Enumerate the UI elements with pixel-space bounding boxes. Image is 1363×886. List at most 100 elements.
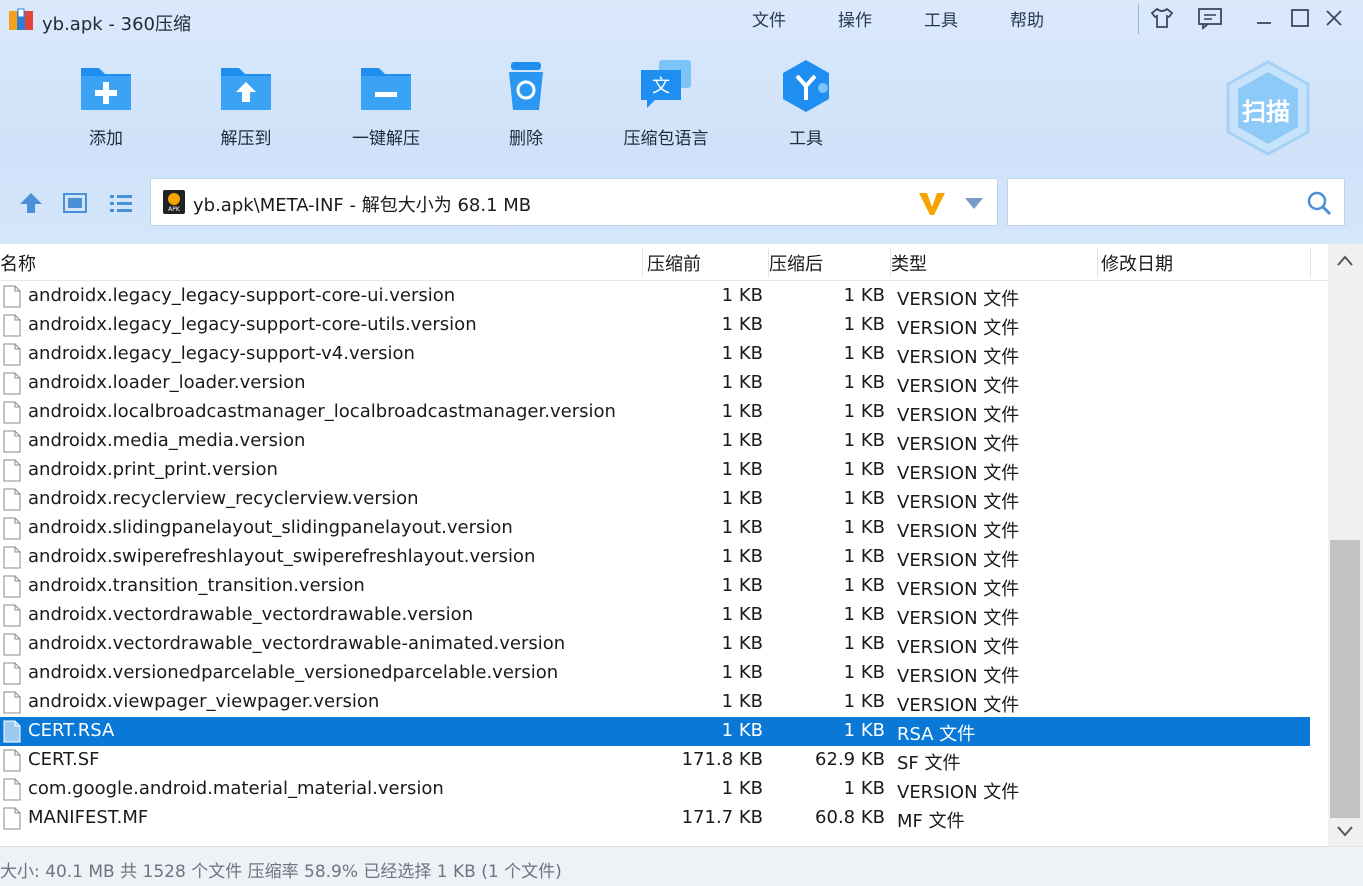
vertical-scrollbar[interactable]	[1328, 244, 1363, 846]
file-name: androidx.vectordrawable_vectordrawable-a…	[28, 633, 566, 654]
close-button[interactable]	[1318, 4, 1350, 32]
size-after: 1 KB	[843, 691, 885, 712]
file-icon	[3, 604, 21, 627]
column-divider	[1097, 248, 1098, 278]
minimize-icon	[1257, 22, 1271, 24]
file-icon	[3, 720, 21, 743]
search-input[interactable]	[1016, 187, 1300, 219]
size-before: 1 KB	[721, 691, 763, 712]
file-row[interactable]: androidx.versionedparcelable_versionedpa…	[0, 659, 1328, 688]
scan-button[interactable]: 扫描	[1222, 58, 1314, 158]
menu-tools[interactable]: 工具	[924, 6, 1010, 31]
scroll-down-icon[interactable]	[1336, 824, 1354, 838]
feedback-button[interactable]	[1194, 4, 1226, 32]
one-click-extract-label: 一键解压	[352, 129, 420, 149]
file-row[interactable]: com.google.android.material_material.ver…	[0, 775, 1328, 804]
size-before: 1 KB	[721, 662, 763, 683]
file-row[interactable]: androidx.print_print.version 1 KB 1 KB VERS…	[0, 456, 1328, 485]
file-row[interactable]: androidx.swiperefreshlayout_swiperefresh…	[0, 543, 1328, 572]
column-before[interactable]: 压缩前	[647, 250, 701, 278]
column-header: 名称 压缩前 压缩后 类型 修改日期	[0, 244, 1328, 281]
column-name[interactable]: 名称	[0, 250, 36, 278]
v-badge-icon[interactable]	[917, 189, 947, 217]
file-row[interactable]: androidx.recyclerview_recyclerview.versi…	[0, 485, 1328, 514]
tools-label: 工具	[789, 129, 823, 149]
column-type[interactable]: 类型	[891, 250, 927, 278]
scan-label: 扫描	[1242, 98, 1290, 126]
scroll-up-icon[interactable]	[1336, 254, 1354, 268]
file-icon	[3, 343, 21, 366]
file-name: androidx.versionedparcelable_versionedpa…	[28, 662, 559, 683]
size-after: 1 KB	[843, 343, 885, 364]
skin-button[interactable]	[1146, 4, 1178, 32]
size-after: 1 KB	[843, 430, 885, 451]
app-logo-icon	[9, 8, 33, 30]
column-after[interactable]: 压缩后	[769, 250, 823, 278]
file-type: VERSION 文件	[897, 521, 1020, 542]
size-before: 1 KB	[721, 546, 763, 567]
file-row[interactable]: MANIFEST.MF 171.7 KB 60.8 KB MF 文件	[0, 804, 1328, 833]
menu-file[interactable]: 文件	[752, 6, 838, 31]
scrollbar-thumb[interactable]	[1330, 540, 1360, 818]
file-icon	[3, 372, 21, 395]
file-row[interactable]: androidx.vectordrawable_vectordrawable.v…	[0, 601, 1328, 630]
file-name: androidx.print_print.version	[28, 459, 278, 480]
file-name: androidx.vectordrawable_vectordrawable.v…	[28, 604, 474, 625]
delete-button[interactable]: 删除	[456, 58, 596, 149]
size-after: 1 KB	[843, 459, 885, 480]
menu-help[interactable]: 帮助	[1010, 6, 1096, 31]
file-row[interactable]: androidx.vectordrawable_vectordrawable-a…	[0, 630, 1328, 659]
file-type: SF 文件	[897, 753, 961, 774]
size-before: 1 KB	[721, 372, 763, 393]
size-after: 62.9 KB	[815, 749, 885, 770]
address-bar[interactable]: APK yb.apk\META-INF - 解包大小为 68.1 MB	[150, 178, 998, 226]
list-view-icon[interactable]	[108, 191, 134, 215]
one-click-extract-icon	[361, 68, 411, 110]
chevron-down-icon[interactable]	[963, 195, 985, 211]
menu-operation[interactable]: 操作	[838, 6, 924, 31]
size-before: 1 KB	[721, 430, 763, 451]
minimize-button[interactable]	[1248, 4, 1280, 32]
size-before: 1 KB	[721, 401, 763, 422]
size-before: 1 KB	[721, 778, 763, 799]
archive-language-button[interactable]: 文 压缩包语言	[596, 58, 736, 149]
up-arrow-icon[interactable]	[18, 191, 44, 215]
apk-file-icon: APK	[163, 190, 185, 214]
file-row[interactable]: CERT.RSA 1 KB 1 KB RSA 文件	[0, 717, 1310, 746]
maximize-button[interactable]	[1284, 4, 1316, 32]
size-after: 1 KB	[843, 575, 885, 596]
size-after: 60.8 KB	[815, 807, 885, 828]
file-type: VERSION 文件	[897, 318, 1020, 339]
file-row[interactable]: androidx.transition_transition.version 1 …	[0, 572, 1328, 601]
file-name: androidx.viewpager_viewpager.version	[28, 691, 380, 712]
add-button[interactable]: 添加	[36, 58, 176, 149]
one-click-extract-button[interactable]: 一键解压	[316, 58, 456, 149]
tools-button[interactable]: 工具	[736, 58, 876, 149]
extract-to-label: 解压到	[220, 129, 272, 149]
file-row[interactable]: androidx.viewpager_viewpager.version 1 KB…	[0, 688, 1328, 717]
file-row[interactable]: androidx.loader_loader.version 1 KB 1 KB VE…	[0, 369, 1328, 398]
size-after: 1 KB	[843, 488, 885, 509]
file-row[interactable]: androidx.localbroadcastmanager_localbroa…	[0, 398, 1328, 427]
file-name: MANIFEST.MF	[28, 807, 149, 828]
file-row[interactable]: androidx.legacy_legacy-support-v4.versio…	[0, 340, 1328, 369]
file-icon	[3, 662, 21, 685]
file-row[interactable]: androidx.slidingpanelayout_slidingpanela…	[0, 514, 1328, 543]
file-icon	[3, 314, 21, 337]
extract-to-button[interactable]: 解压到	[176, 58, 316, 149]
file-row[interactable]: CERT.SF 171.8 KB 62.9 KB SF 文件	[0, 746, 1328, 775]
file-name: androidx.media_media.version	[28, 430, 306, 451]
file-name: androidx.swiperefreshlayout_swiperefresh…	[28, 546, 536, 567]
file-name: androidx.recyclerview_recyclerview.versi…	[28, 488, 419, 509]
path-text: yb.apk\META-INF - 解包大小为 68.1 MB	[193, 195, 532, 216]
file-row[interactable]: androidx.media_media.version 1 KB 1 KB VERS…	[0, 427, 1328, 456]
size-before: 1 KB	[721, 285, 763, 306]
thumbnail-view-icon[interactable]	[62, 191, 88, 215]
close-icon	[1326, 10, 1342, 26]
file-row[interactable]: androidx.legacy_legacy-support-core-ui.v…	[0, 282, 1328, 311]
file-type: VERSION 文件	[897, 492, 1020, 513]
file-type: VERSION 文件	[897, 376, 1020, 397]
search-icon[interactable]	[1306, 190, 1332, 216]
column-modified[interactable]: 修改日期	[1101, 250, 1173, 278]
file-row[interactable]: androidx.legacy_legacy-support-core-util…	[0, 311, 1328, 340]
